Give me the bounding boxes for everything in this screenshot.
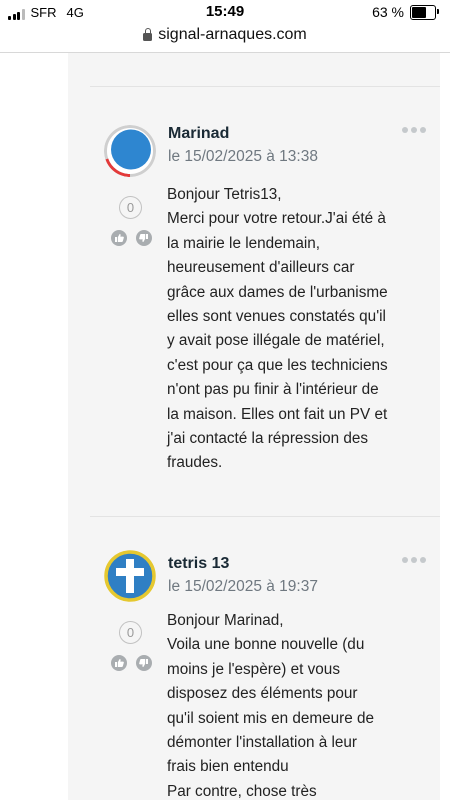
comment-author[interactable]: Marinad [168,125,229,143]
more-options-icon[interactable] [402,127,426,133]
comment-line: elles sont venues constatés qu'il [167,308,386,326]
address-bar[interactable]: signal-arnaques.com [0,22,450,48]
battery-percentage: 63 % [372,4,404,20]
comment-line: disposez des éléments pour [167,685,358,703]
comment-line: moins je l'espère) et vous [167,660,340,678]
comment-line: Bonjour Tetris13, [167,186,282,203]
comment-author[interactable]: tetris 13 [168,555,229,573]
comment-line: Par contre, chose très [167,782,317,800]
thumbs-up-icon[interactable] [111,230,127,246]
battery-icon [410,4,439,20]
comment-post: Marinad le 15/02/2025 à 13:38 0 Bonjour … [90,87,440,516]
comment-line: y avait pose illégale de matériel, [167,332,385,350]
comment-body: Bonjour Tetris13, Merci pour votre retou… [167,183,432,476]
comment-line: n'ont pas pu finir à l'intérieur de [167,381,379,399]
comment-line: heureusement d'ailleurs car [167,259,355,277]
comment-line: Merci pour votre retour.J'ai été à [167,210,386,228]
comment-line: la mairie le lendemain, [167,234,321,252]
status-bar: SFR 4G 15:49 63 % [0,0,450,22]
user-avatar[interactable] [104,125,156,177]
comment-line: qu'il soient mis en demeure de [167,709,374,727]
comment-line: la maison. Elles ont fait un PV et [167,405,388,423]
more-options-icon[interactable] [402,557,426,563]
comment-line: c'est pour ça que les techniciens [167,356,388,374]
url-domain[interactable]: signal-arnaques.com [158,26,307,44]
comment-line: Bonjour Marinad, [167,612,284,629]
comment-line: fraudes. [167,454,223,472]
comment-line: démonter l'installation à leur [167,734,357,752]
comment-post: tetris 13 le 15/02/2025 à 19:37 0 Bonjou… [90,517,440,800]
vote-count: 0 [119,196,142,219]
comment-date: le 15/02/2025 à 13:38 [168,148,318,165]
comment-thread: Marinad le 15/02/2025 à 13:38 0 Bonjour … [0,53,450,800]
thumbs-up-icon[interactable] [111,655,127,671]
comment-date: le 15/02/2025 à 19:37 [168,578,318,595]
thumbs-down-icon[interactable] [136,230,152,246]
vote-count: 0 [119,621,142,644]
comment-line: grâce aux dames de l'urbanisme [167,283,388,301]
user-avatar[interactable] [104,550,156,602]
thumbs-down-icon[interactable] [136,655,152,671]
comment-line: j'ai contacté la répression des [167,430,369,448]
comment-body: Bonjour Marinad, Voila une bonne nouvell… [167,609,432,800]
comment-line: Voila une bonne nouvelle (du [167,636,365,654]
lock-icon [143,28,153,41]
comment-line: frais bien entendu [167,758,289,776]
